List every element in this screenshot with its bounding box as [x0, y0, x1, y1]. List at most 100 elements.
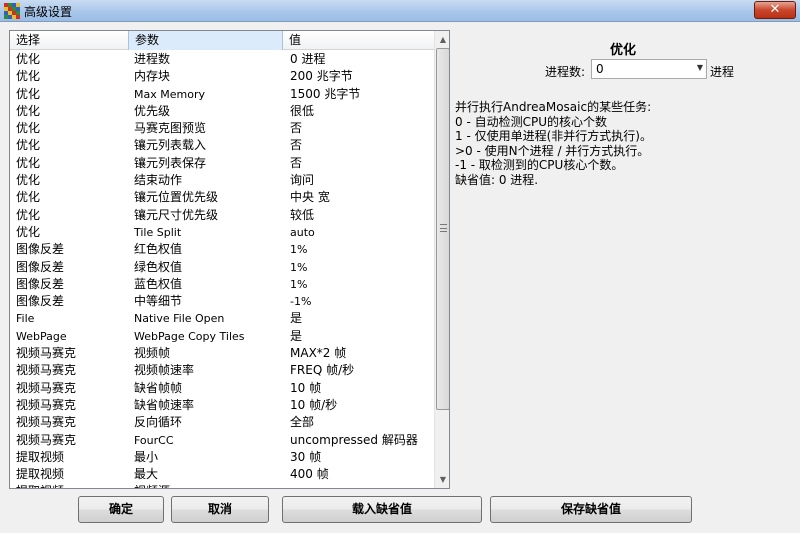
column-header-select[interactable]: 选择 [10, 31, 128, 50]
table-row[interactable]: 提取视频 视频源 [10, 483, 434, 488]
table-row[interactable]: 图像反差 绿色权值 1% [10, 259, 434, 276]
row-parameter: 反向循环 [134, 415, 183, 430]
row-value: 400 帧 [290, 467, 329, 482]
row-value: 全部 [290, 415, 315, 430]
title-bar[interactable]: 高级设置 ✕ [0, 0, 800, 22]
row-value: 是 [290, 328, 303, 343]
table-row[interactable]: 视频马赛克 缺省帧帧 10 帧 [10, 380, 434, 397]
grid-rows: 优化 进程数 0 进程 优化 内存块 200 兆字节 优化 Max Memory 1500 兆字… [10, 51, 434, 488]
row-parameter: 最小 [134, 449, 159, 464]
row-value: 否 [290, 121, 303, 136]
row-value: 200 兆字节 [290, 69, 353, 84]
row-category: 优化 [16, 52, 41, 66]
table-row[interactable]: 图像反差 中等细节 -1% [10, 293, 434, 310]
row-category: 视频马赛克 [16, 380, 77, 395]
table-row[interactable]: 视频马赛克 反向循环 全部 [10, 414, 434, 431]
table-row[interactable]: 优化 内存块 200 兆字节 [10, 68, 434, 85]
row-parameter: 中等细节 [134, 294, 183, 309]
row-category: File [16, 312, 35, 326]
table-row[interactable]: 优化 优先级 很低 [10, 103, 434, 120]
row-parameter: Tile Split [134, 225, 182, 239]
column-header-parameter[interactable]: 参数 [128, 31, 283, 50]
table-row[interactable]: 图像反差 红色权值 1% [10, 241, 434, 258]
table-row[interactable]: 提取视频 最大 400 帧 [10, 466, 434, 483]
scroll-grip-icon [440, 224, 447, 232]
scroll-down-arrow[interactable]: ▼ [435, 471, 449, 488]
row-value: uncompressed 解码器 [290, 432, 418, 447]
ok-button[interactable]: 确定 [78, 496, 164, 523]
processes-dropdown[interactable]: 0 ▼ [591, 59, 707, 79]
row-category: 图像反差 [16, 294, 65, 309]
row-parameter: 镶元位置优先级 [134, 190, 219, 205]
table-row[interactable]: 视频马赛克 视频帧 MAX*2 帧 [10, 345, 434, 362]
row-category: 图像反差 [16, 259, 65, 274]
row-value: 否 [290, 155, 303, 170]
description-line: 缺省值: 0 进程. [455, 172, 539, 187]
column-header-value[interactable]: 值 [283, 31, 434, 50]
row-value: 1% [290, 260, 308, 274]
row-category: 优化 [16, 155, 41, 170]
description-line: -1 - 取检测到的CPU核心个数。 [455, 158, 624, 172]
row-category: 优化 [16, 103, 41, 118]
row-value: 1500 兆字节 [290, 86, 361, 101]
row-category: 提取视频 [16, 467, 65, 482]
table-row[interactable]: 优化 镶元列表保存 否 [10, 155, 434, 172]
row-value: FREQ 帧/秒 [290, 363, 355, 378]
vertical-scrollbar[interactable]: ▲ ▼ [434, 31, 449, 488]
load-defaults-button[interactable]: 载入缺省值 [282, 496, 482, 523]
row-category: 图像反差 [16, 242, 65, 257]
table-row[interactable]: 优化 镶元尺寸优先级 较低 [10, 207, 434, 224]
row-parameter: 马赛克图预览 [134, 121, 207, 136]
row-value: 10 帧/秒 [290, 397, 338, 412]
table-row[interactable]: WebPage WebPage Copy Tiles 是 [10, 328, 434, 345]
row-value: MAX*2 帧 [290, 346, 347, 361]
row-category: 优化 [16, 121, 41, 136]
scroll-thumb[interactable] [436, 48, 449, 410]
table-row[interactable]: 图像反差 蓝色权值 1% [10, 276, 434, 293]
table-row[interactable]: 视频马赛克 缺省帧速率 10 帧/秒 [10, 397, 434, 414]
processes-value: 0 [596, 62, 604, 76]
description-line: 1 - 仅使用单进程(非并行方式执行)。 [455, 129, 652, 143]
settings-grid[interactable]: 选择 参数 值 优化 进程数 0 进程 优化 内存块 200 兆字节 优化 Max Memor… [9, 30, 450, 489]
row-parameter: 优先级 [134, 103, 171, 118]
table-row[interactable]: 视频马赛克 FourCC uncompressed 解码器 [10, 432, 434, 449]
row-category: 优化 [16, 173, 41, 188]
table-row[interactable]: 视频马赛克 视频帧速率 FREQ 帧/秒 [10, 362, 434, 379]
row-parameter: 缺省帧帧 [134, 380, 183, 395]
row-value: 询问 [290, 173, 315, 188]
row-parameter: Max Memory [134, 87, 205, 101]
row-category: 视频马赛克 [16, 397, 77, 412]
row-value: auto [290, 225, 315, 239]
scroll-up-arrow[interactable]: ▲ [435, 31, 449, 48]
table-row[interactable]: 优化 马赛克图预览 否 [10, 120, 434, 137]
table-row[interactable]: 优化 Tile Split auto [10, 224, 434, 241]
row-value: 否 [290, 138, 303, 153]
row-category: 提取视频 [16, 483, 64, 488]
row-parameter: 蓝色权值 [134, 276, 183, 291]
row-parameter: 镶元列表载入 [134, 138, 207, 153]
row-value: 1% [290, 277, 308, 291]
table-row[interactable]: 优化 进程数 0 进程 [10, 51, 434, 68]
table-row[interactable]: File Native File Open 是 [10, 310, 434, 327]
row-category: 优化 [16, 69, 41, 84]
processes-suffix: 进程 [710, 65, 735, 79]
save-defaults-button[interactable]: 保存缺省值 [490, 496, 692, 523]
cancel-button[interactable]: 取消 [171, 496, 269, 523]
table-row[interactable]: 优化 结束动作 询问 [10, 172, 434, 189]
row-parameter: 视频帧 [134, 346, 171, 361]
table-row[interactable]: 优化 镶元列表载入 否 [10, 137, 434, 154]
row-category: 视频马赛克 [16, 346, 77, 361]
panel-title: 优化 [609, 43, 636, 58]
grid-header: 选择 参数 值 [10, 31, 434, 50]
dialog-body: 选择 参数 值 优化 进程数 0 进程 优化 内存块 200 兆字节 优化 Max Memor… [0, 22, 800, 533]
app-icon-cell [16, 15, 20, 19]
row-value: -1% [290, 295, 312, 309]
close-button[interactable]: ✕ [754, 1, 796, 19]
row-category: 视频马赛克 [16, 432, 77, 447]
table-row[interactable]: 提取视频 最小 30 帧 [10, 449, 434, 466]
row-parameter: 缺省帧速率 [134, 397, 195, 412]
row-parameter: 进程数 [134, 52, 171, 66]
table-row[interactable]: 优化 Max Memory 1500 兆字节 [10, 86, 434, 103]
table-row[interactable]: 优化 镶元位置优先级 中央 宽 [10, 189, 434, 206]
row-parameter: 结束动作 [134, 173, 183, 188]
